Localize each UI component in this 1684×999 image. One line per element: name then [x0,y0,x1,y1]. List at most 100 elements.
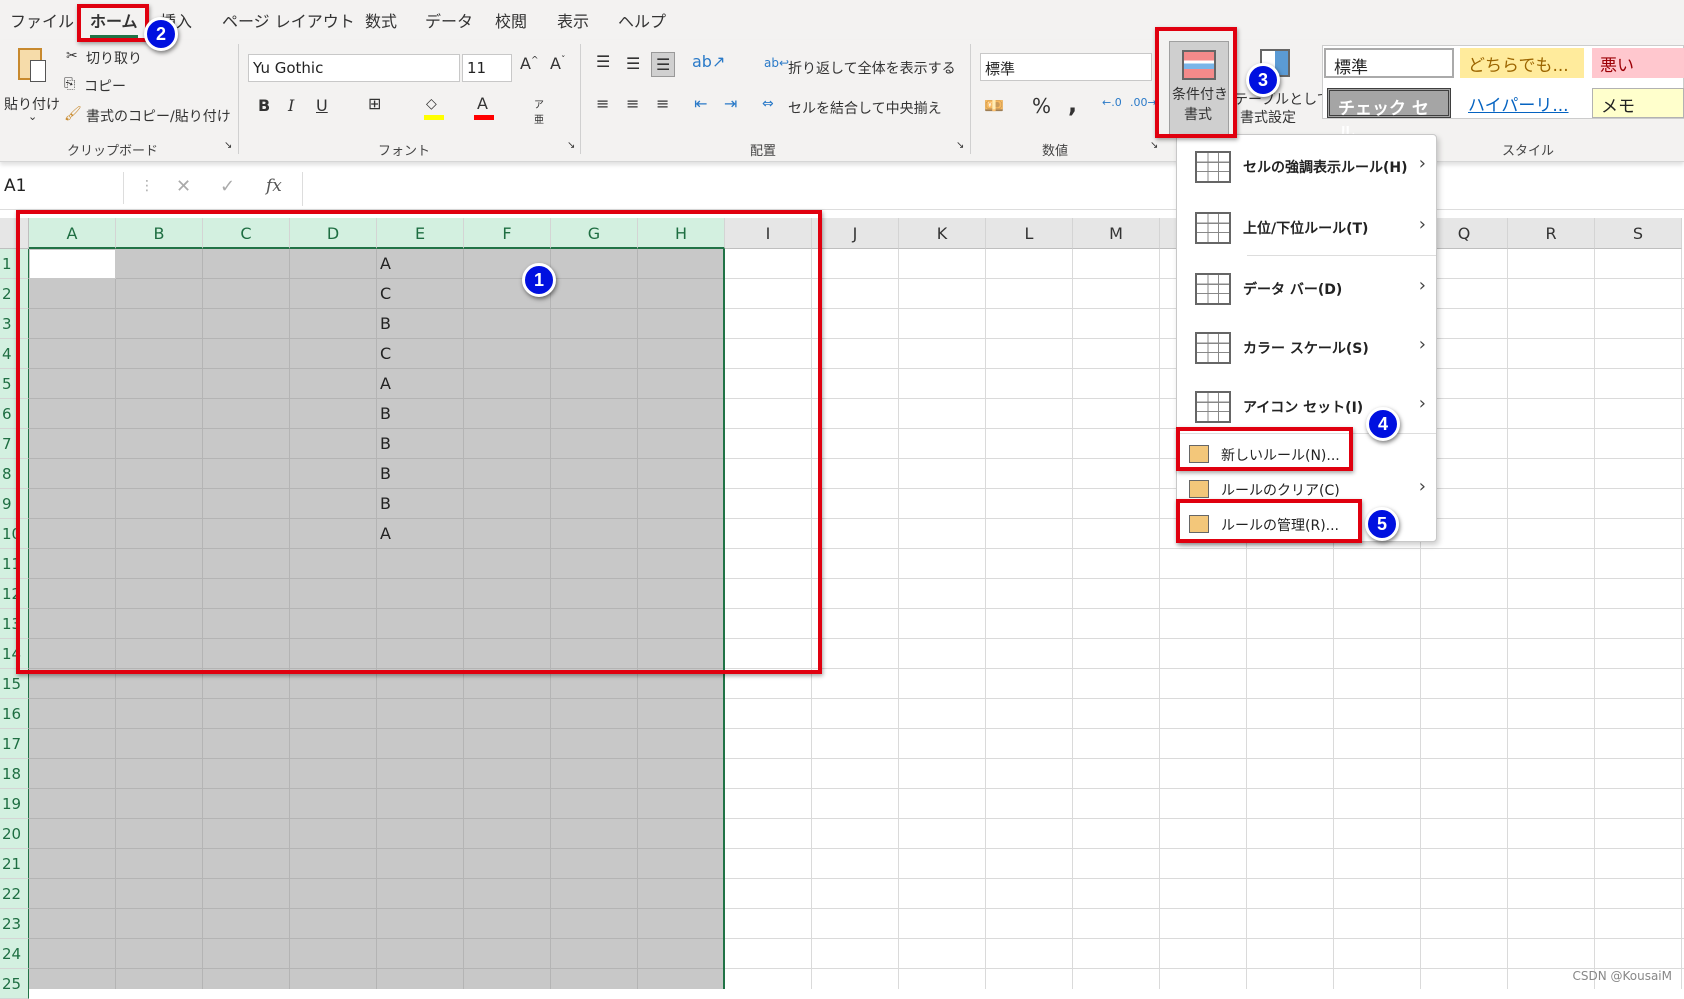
column-header-R[interactable]: R [1508,218,1595,249]
align-bottom-icon[interactable]: ☰ [651,52,676,77]
row-header-18[interactable]: 18 [0,759,29,789]
bold-button[interactable]: B [258,96,270,115]
copy-button[interactable]: コピー [84,76,126,96]
cancel-icon[interactable]: ✕ [176,176,191,197]
wrap-text-icon: ab↩ [764,56,790,70]
data-bars-icon [1195,273,1231,305]
chevron-right-icon: › [1418,476,1426,497]
tab-help[interactable]: ヘルプ [618,8,666,32]
menu-item-label: データ バー(D) [1243,282,1343,298]
accounting-format-icon[interactable]: 💴 [984,96,1004,115]
style-neutral[interactable]: どちらでも... [1460,48,1584,78]
more-icon: ⋮ [140,178,154,194]
increase-indent-icon[interactable]: ⇥ [724,94,737,113]
style-bad[interactable]: 悪い [1592,48,1684,78]
column-header-M[interactable]: M [1073,218,1160,249]
tab-file[interactable]: ファイル [10,8,74,32]
ribbon-tabs: ファイル ホーム 挿入 ページ レイアウト 数式 データ 校閲 表示 ヘルプ [0,0,1684,40]
chevron-down-icon: ⌄ [28,110,38,123]
wrap-text-button[interactable]: 折り返して全体を表示する [788,58,956,78]
group-label-number: 数値 [1042,144,1069,159]
row-header-19[interactable]: 19 [0,789,29,819]
decrease-font-icon[interactable]: Aˇ [550,54,565,73]
increase-decimal-icon[interactable]: ←.0 [1102,96,1122,109]
dialog-launcher-icon[interactable]: ↘ [224,140,232,151]
formula-input[interactable] [302,172,1684,206]
group-label-font: フォント [378,144,431,159]
conditional-formatting-menu: セルの強調表示ルール(H) › 上位/下位ルール(T) › データ バー(D) › カラー … [1176,134,1437,542]
annotation-box-manage-rules [1176,499,1362,543]
percent-button[interactable]: % [1032,94,1051,118]
chevron-right-icon: › [1418,334,1426,355]
step-badge-3: 3 [1246,63,1280,97]
style-check-cell[interactable]: チェック セル [1327,88,1451,144]
tab-view[interactable]: 表示 [557,8,589,32]
increase-font-icon[interactable]: A^ [520,54,539,73]
row-header-20[interactable]: 20 [0,819,29,849]
tab-review[interactable]: 校閲 [495,8,527,32]
merge-center-button[interactable]: セルを結合して中央揃え [788,98,942,118]
dialog-launcher-icon[interactable]: ↘ [567,140,575,151]
insert-function-button[interactable]: fx [266,176,282,196]
font-color-icon: A [477,94,488,113]
column-header-L[interactable]: L [986,218,1073,249]
group-label-styles: スタイル [1502,144,1555,159]
row-header-16[interactable]: 16 [0,699,29,729]
cut-button[interactable]: 切り取り [86,48,142,68]
tab-formulas[interactable]: 数式 [365,8,397,32]
dialog-launcher-icon[interactable]: ↘ [956,140,964,151]
fill-color-button[interactable]: ◇ [424,96,444,120]
clear-rules-icon [1189,480,1209,498]
align-center-icon[interactable]: ≡ [626,94,639,113]
decrease-decimal-icon[interactable]: .00→ [1130,96,1157,109]
tab-page-layout[interactable]: ページ レイアウト [222,8,355,32]
divider [580,44,581,154]
font-name-select[interactable]: Yu Gothic [248,54,460,82]
row-header-22[interactable]: 22 [0,879,29,909]
row-header-23[interactable]: 23 [0,909,29,939]
paint-bucket-icon: ◇ [426,96,437,112]
menu-item-highlight-rules[interactable]: セルの強調表示ルール(H) › [1177,147,1436,187]
chevron-right-icon: › [1418,214,1426,235]
borders-icon[interactable]: ⊞ [368,94,381,113]
style-hyperlink[interactable]: ハイパーリ... [1460,88,1584,118]
divider [238,44,239,154]
watermark: CSDN @KousaiM [1572,969,1672,983]
name-box[interactable]: A1 [0,172,124,204]
group-label-alignment: 配置 [750,144,777,159]
orientation-icon[interactable]: ab↗ [692,52,725,71]
align-top-icon[interactable]: ☰ [596,52,610,71]
format-as-table-label: 書式設定 [1240,110,1296,126]
number-format-select[interactable]: 標準 [980,53,1152,81]
row-header-24[interactable]: 24 [0,939,29,969]
menu-item-top-bottom-rules[interactable]: 上位/下位ルール(T) › [1177,208,1436,248]
menu-item-data-bars[interactable]: データ バー(D) › [1177,269,1436,309]
paste-button[interactable]: 貼り付け ⌄ [4,46,60,126]
page-icon [30,60,46,82]
italic-button[interactable]: I [288,96,294,115]
align-middle-icon[interactable]: ☰ [626,54,640,73]
enter-icon[interactable]: ✓ [220,176,235,197]
font-color-button[interactable]: A [474,94,494,120]
row-header-25[interactable]: 25 [0,969,29,999]
row-header-21[interactable]: 21 [0,849,29,879]
column-header-S[interactable]: S [1595,218,1682,249]
column-header-K[interactable]: K [899,218,986,249]
dialog-launcher-icon[interactable]: ↘ [1150,140,1158,151]
annotation-box-home-tab [77,4,149,42]
underline-button[interactable]: U [316,96,328,115]
menu-item-color-scales[interactable]: カラー スケール(S) › [1177,328,1436,368]
decrease-indent-icon[interactable]: ⇤ [694,94,707,113]
format-painter-button[interactable]: 書式のコピー/貼り付け [86,106,231,126]
row-header-17[interactable]: 17 [0,729,29,759]
chevron-right-icon: › [1418,393,1426,414]
font-size-select[interactable]: 11 [462,54,512,82]
phonetic-icon[interactable]: ア亜 [534,96,544,126]
align-left-icon[interactable]: ≡ [596,94,609,113]
comma-button[interactable]: , [1068,90,1077,118]
tab-data[interactable]: データ [425,8,473,32]
align-right-icon[interactable]: ≡ [656,94,669,113]
style-note[interactable]: メモ [1592,88,1684,118]
column-header-J[interactable]: J [812,218,899,249]
style-normal[interactable]: 標準 [1324,48,1454,78]
